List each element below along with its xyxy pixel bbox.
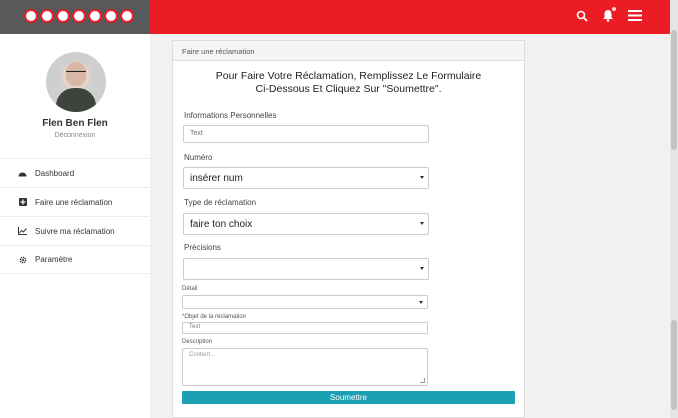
numero-label: Numéro [184,153,213,162]
chevron-down-icon [420,267,424,270]
personal-info-label: Informations Personnelles [184,111,277,120]
detail-label: Détail [182,286,198,292]
bell-icon[interactable] [602,7,616,22]
logo-dot [120,9,134,23]
brand-logo[interactable] [24,9,134,25]
personal-info-input[interactable]: Text [183,125,429,143]
reclamation-form-panel: Faire une réclamation Pour Faire Votre R… [172,40,525,418]
precisions-select[interactable] [183,258,429,280]
sidebar-item-dashboard[interactable]: Dashboard [0,158,150,187]
logo-dot [56,9,70,23]
header-red [150,0,670,34]
header-actions [576,7,642,22]
avatar-body [56,88,96,112]
sidebar-item-suivre-reclamation[interactable]: Suivre ma réclamation [0,216,150,245]
page-scrollbar[interactable] [670,0,678,418]
logo-dot [24,9,38,23]
numero-select-value: insérer num [190,173,243,184]
scrollbar-thumb[interactable] [671,30,677,150]
sidebar-item-label: Paramètre [35,255,73,264]
objet-label: *Objet de la réclamation [182,314,247,320]
sidebar-item-parametre[interactable]: Paramètre [0,245,150,274]
precisions-label: Précisions [184,243,221,252]
menu-icon[interactable] [628,10,642,21]
avatar [46,52,106,112]
sidebar-item-label: Faire une réclamation [35,197,113,207]
objet-input[interactable]: Text [182,322,428,334]
scrollbar-thumb[interactable] [671,320,677,410]
avatar-glasses [66,71,86,75]
detail-select[interactable] [182,295,428,309]
dashboard-icon [18,169,27,178]
sidebar-item-label: Dashboard [35,168,75,178]
sidebar-item-label: Suivre ma réclamation [35,226,115,236]
description-label: Description [182,339,213,345]
sidebar-menu: Dashboard Faire une réclamation Suivre m… [0,158,150,274]
form-title-line-1: Pour Faire Votre Réclamation, Remplissez… [215,70,482,82]
description-textarea[interactable]: Content... [182,348,428,386]
logo-dot [104,9,118,23]
description-placeholder: Content... [189,352,216,358]
sidebar-item-faire-reclamation[interactable]: Faire une réclamation [0,187,150,216]
type-label: Type de réclamation [184,198,257,207]
type-select[interactable]: faire ton choix [183,213,429,235]
submit-button[interactable]: Soumettre [182,391,515,404]
logo-dot [88,9,102,23]
chevron-down-icon [420,176,424,179]
logo-dot [72,9,86,23]
numero-select[interactable]: insérer num [183,167,429,189]
form-title: Pour Faire Votre Réclamation, Remplissez… [173,70,524,96]
user-name: Flen Ben Flen [42,118,108,129]
top-bar [0,0,670,34]
notification-dot [612,7,616,11]
plus-square-icon [18,198,27,207]
logo-dot [40,9,54,23]
search-icon[interactable] [576,10,588,22]
type-select-value: faire ton choix [190,219,253,230]
form-title-line-2: Ci-Dessous Et Cliquez Sur "Soumettre". [255,83,442,95]
chevron-down-icon [419,301,423,304]
chart-icon [18,227,27,236]
chevron-down-icon [420,222,424,225]
resize-grip-icon[interactable] [420,378,425,383]
logout-link[interactable]: Déconnexion [0,132,150,139]
panel-header: Faire une réclamation [173,41,524,61]
brand-area [0,0,150,34]
sidebar: Flen Ben Flen Déconnexion Dashboard Fair… [0,34,150,418]
gear-icon [18,255,27,264]
